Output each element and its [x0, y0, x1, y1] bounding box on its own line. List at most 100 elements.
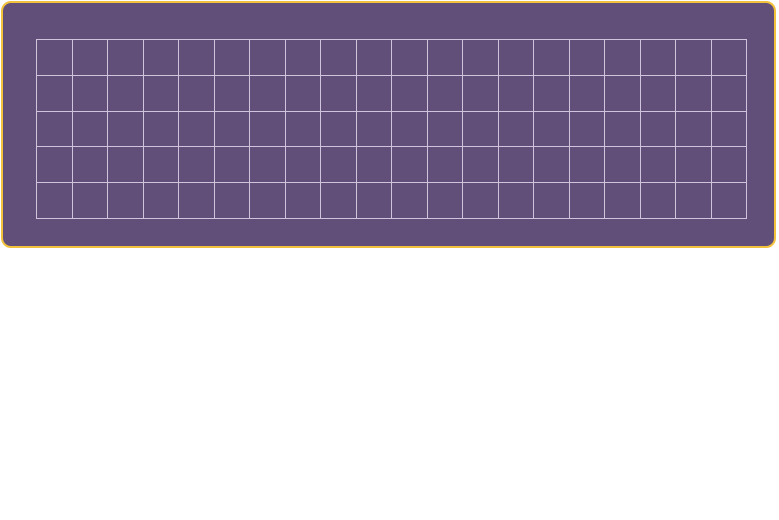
- grid-cell[interactable]: [534, 75, 570, 112]
- grid-cell[interactable]: [321, 183, 357, 219]
- grid-cell[interactable]: [640, 183, 676, 219]
- grid-cell[interactable]: [143, 147, 179, 184]
- grid-cell[interactable]: [108, 147, 144, 184]
- grid-cell[interactable]: [214, 75, 250, 112]
- grid-cell[interactable]: [534, 183, 570, 219]
- grid-cell[interactable]: [285, 75, 321, 112]
- grid-cell[interactable]: [179, 75, 215, 112]
- grid-cell[interactable]: [498, 183, 534, 219]
- grid-cell[interactable]: [250, 111, 286, 148]
- grid-cell[interactable]: [143, 111, 179, 148]
- grid-cell[interactable]: [321, 147, 357, 184]
- grid-cell[interactable]: [534, 111, 570, 148]
- grid-cell[interactable]: [392, 147, 428, 184]
- grid-cell[interactable]: [321, 111, 357, 148]
- grid-cell[interactable]: [285, 147, 321, 184]
- grid-cell[interactable]: [214, 147, 250, 184]
- grid-cell[interactable]: [108, 40, 144, 76]
- grid-cell[interactable]: [463, 183, 499, 219]
- grid-cell[interactable]: [605, 40, 641, 76]
- grid-cell[interactable]: [143, 75, 179, 112]
- grid-cell[interactable]: [179, 183, 215, 219]
- grid-cell[interactable]: [37, 183, 73, 219]
- grid-cell[interactable]: [37, 147, 73, 184]
- grid-cell[interactable]: [37, 75, 73, 112]
- grid-cell[interactable]: [285, 40, 321, 76]
- grid-cell[interactable]: [356, 75, 392, 112]
- grid-cell[interactable]: [392, 75, 428, 112]
- grid-cell[interactable]: [427, 40, 463, 76]
- grid-cell[interactable]: [463, 40, 499, 76]
- grid-cell[interactable]: [676, 75, 712, 112]
- grid-cell[interactable]: [427, 75, 463, 112]
- grid-cell[interactable]: [392, 111, 428, 148]
- grid-cell[interactable]: [143, 40, 179, 76]
- grid-cell[interactable]: [463, 111, 499, 148]
- grid-cell[interactable]: [640, 40, 676, 76]
- grid-cell[interactable]: [37, 40, 73, 76]
- grid-cell[interactable]: [250, 147, 286, 184]
- grid-cell[interactable]: [676, 40, 712, 76]
- grid-cell[interactable]: [463, 147, 499, 184]
- grid-cell[interactable]: [72, 40, 108, 76]
- grid-cell[interactable]: [676, 183, 712, 219]
- grid-cell[interactable]: [72, 183, 108, 219]
- grid-cell[interactable]: [427, 183, 463, 219]
- grid-cell[interactable]: [605, 111, 641, 148]
- grid-cell[interactable]: [463, 75, 499, 112]
- grid-cell[interactable]: [250, 40, 286, 76]
- grid-cell[interactable]: [72, 75, 108, 112]
- grid-cell[interactable]: [605, 183, 641, 219]
- grid-cell[interactable]: [498, 40, 534, 76]
- grid-cell[interactable]: [179, 111, 215, 148]
- grid-cell[interactable]: [356, 40, 392, 76]
- grid-cell[interactable]: [179, 40, 215, 76]
- grid-cell[interactable]: [37, 111, 73, 148]
- grid-cell[interactable]: [569, 75, 605, 112]
- grid-cell[interactable]: [498, 147, 534, 184]
- grid-cell[interactable]: [214, 40, 250, 76]
- grid-cell[interactable]: [214, 183, 250, 219]
- grid-cell[interactable]: [72, 111, 108, 148]
- grid-cell[interactable]: [711, 40, 747, 76]
- grid-cell[interactable]: [605, 147, 641, 184]
- grid-cell[interactable]: [569, 40, 605, 76]
- grid-cell[interactable]: [676, 111, 712, 148]
- grid-cell[interactable]: [676, 147, 712, 184]
- empty-grid[interactable]: [36, 39, 747, 219]
- grid-cell[interactable]: [640, 147, 676, 184]
- grid-cell[interactable]: [143, 183, 179, 219]
- grid-cell[interactable]: [569, 147, 605, 184]
- grid-cell[interactable]: [356, 147, 392, 184]
- grid-cell[interactable]: [392, 40, 428, 76]
- grid-cell[interactable]: [285, 111, 321, 148]
- grid-cell[interactable]: [569, 111, 605, 148]
- grid-cell[interactable]: [534, 40, 570, 76]
- grid-cell[interactable]: [711, 183, 747, 219]
- grid-cell[interactable]: [321, 75, 357, 112]
- grid-cell[interactable]: [250, 75, 286, 112]
- grid-cell[interactable]: [392, 183, 428, 219]
- grid-cell[interactable]: [711, 147, 747, 184]
- grid-cell[interactable]: [711, 111, 747, 148]
- grid-cell[interactable]: [640, 75, 676, 112]
- grid-cell[interactable]: [356, 183, 392, 219]
- grid-cell[interactable]: [427, 111, 463, 148]
- grid-cell[interactable]: [711, 75, 747, 112]
- grid-cell[interactable]: [108, 75, 144, 112]
- grid-cell[interactable]: [108, 111, 144, 148]
- grid-cell[interactable]: [72, 147, 108, 184]
- grid-cell[interactable]: [179, 147, 215, 184]
- grid-cell[interactable]: [214, 111, 250, 148]
- grid-cell[interactable]: [569, 183, 605, 219]
- grid-cell[interactable]: [427, 147, 463, 184]
- grid-cell[interactable]: [605, 75, 641, 112]
- grid-cell[interactable]: [321, 40, 357, 76]
- grid-cell[interactable]: [250, 183, 286, 219]
- grid-cell[interactable]: [108, 183, 144, 219]
- grid-cell[interactable]: [356, 111, 392, 148]
- grid-cell[interactable]: [498, 111, 534, 148]
- grid-cell[interactable]: [498, 75, 534, 112]
- grid-cell[interactable]: [285, 183, 321, 219]
- grid-cell[interactable]: [534, 147, 570, 184]
